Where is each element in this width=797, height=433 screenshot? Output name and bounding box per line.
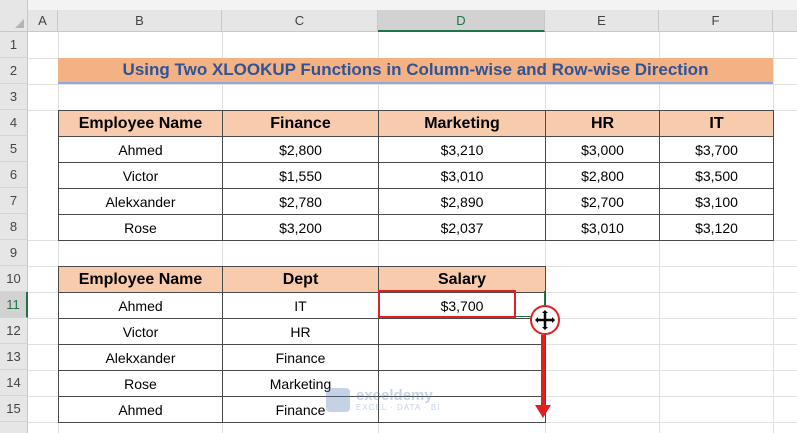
row-header-16[interactable] — [0, 422, 28, 433]
watermark-tagline: EXCEL · DATA · BI — [356, 402, 441, 412]
table-cell[interactable]: $2,800 — [222, 136, 379, 163]
salary-cell[interactable] — [378, 318, 546, 345]
row-header-15[interactable]: 15 — [0, 396, 28, 422]
fill-handle[interactable] — [530, 305, 560, 335]
row-header-12[interactable]: 12 — [0, 318, 28, 344]
column-header-e[interactable]: E — [545, 10, 659, 32]
table-header-row: Employee Name Finance Marketing HR IT — [58, 110, 774, 137]
row-header-9[interactable]: 9 — [0, 240, 28, 266]
row-header-5[interactable]: 5 — [0, 136, 28, 162]
table-cell[interactable]: Alekxander — [58, 344, 223, 371]
table-cell[interactable]: Rose — [58, 214, 223, 241]
row-header-1[interactable]: 1 — [0, 32, 28, 58]
table-cell[interactable]: $1,550 — [222, 162, 379, 189]
table-cell[interactable]: $3,010 — [378, 162, 546, 189]
table-header-row: Employee Name Dept Salary — [58, 266, 546, 293]
table-cell[interactable]: $3,500 — [659, 162, 774, 189]
header-salary[interactable]: Salary — [378, 266, 546, 293]
header-hr[interactable]: HR — [545, 110, 660, 137]
row-header-14[interactable]: 14 — [0, 370, 28, 396]
fill-handle-crosshair-icon — [535, 310, 555, 330]
table-cell[interactable]: $2,780 — [222, 188, 379, 215]
table-row: Ahmed Finance — [58, 396, 546, 423]
table-cell[interactable]: HR — [222, 318, 379, 345]
table-cell[interactable]: Alekxander — [58, 188, 223, 215]
watermark-name: exceldemy — [356, 386, 433, 404]
table-cell[interactable]: $2,037 — [378, 214, 546, 241]
row-header-2[interactable]: 2 — [0, 58, 28, 84]
column-header-g[interactable] — [773, 10, 797, 32]
table-cell[interactable]: Ahmed — [58, 396, 223, 423]
table-cell[interactable]: IT — [222, 292, 379, 319]
header-marketing[interactable]: Marketing — [378, 110, 546, 137]
table-cell[interactable]: Rose — [58, 370, 223, 397]
column-header-b[interactable]: B — [58, 10, 222, 32]
table-cell[interactable]: $2,890 — [378, 188, 546, 215]
table-row: Victor $1,550 $3,010 $2,800 $3,500 — [58, 162, 774, 189]
selected-cell-highlight — [378, 290, 516, 318]
select-all-corner[interactable] — [0, 0, 28, 32]
table-cell[interactable]: Ahmed — [58, 292, 223, 319]
down-arrow-icon — [535, 405, 551, 418]
column-header-d[interactable]: D — [378, 10, 545, 32]
table-cell[interactable]: $3,700 — [659, 136, 774, 163]
table-cell[interactable]: $3,000 — [545, 136, 660, 163]
table-cell[interactable]: Victor — [58, 318, 223, 345]
table-cell[interactable]: $3,200 — [222, 214, 379, 241]
table-cell[interactable]: Ahmed — [58, 136, 223, 163]
exceldemy-logo-icon — [326, 388, 350, 412]
column-header-a[interactable]: A — [28, 10, 58, 32]
salary-cell[interactable] — [378, 344, 546, 371]
header-employee-name[interactable]: Employee Name — [58, 266, 223, 293]
row-header-10[interactable]: 10 — [0, 266, 28, 292]
sheet-title[interactable]: Using Two XLOOKUP Functions in Column-wi… — [58, 58, 773, 84]
top-strip — [28, 0, 797, 10]
header-it[interactable]: IT — [659, 110, 774, 137]
row-header-4[interactable]: 4 — [0, 110, 28, 136]
row-header-6[interactable]: 6 — [0, 162, 28, 188]
table-cell[interactable]: Finance — [222, 344, 379, 371]
table-row: Rose $3,200 $2,037 $3,010 $3,120 — [58, 214, 774, 241]
table-cell[interactable]: $3,210 — [378, 136, 546, 163]
column-header-f[interactable]: F — [659, 10, 773, 32]
table-cell[interactable]: $3,010 — [545, 214, 660, 241]
row-header-3[interactable]: 3 — [0, 84, 28, 110]
row-header-13[interactable]: 13 — [0, 344, 28, 370]
column-header-c[interactable]: C — [222, 10, 378, 32]
drag-arrow-line — [541, 335, 545, 407]
row-header-7[interactable]: 7 — [0, 188, 28, 214]
row-header-8[interactable]: 8 — [0, 214, 28, 240]
table-cell[interactable]: $2,800 — [545, 162, 660, 189]
table-row: Rose Marketing — [58, 370, 546, 397]
table-cell[interactable]: Victor — [58, 162, 223, 189]
table-cell[interactable]: $3,100 — [659, 188, 774, 215]
row-header-11[interactable]: 11 — [0, 292, 28, 318]
table-cell[interactable]: $3,120 — [659, 214, 774, 241]
table-row: Alekxander Finance — [58, 344, 546, 371]
table-row: Alekxander $2,780 $2,890 $2,700 $3,100 — [58, 188, 774, 215]
table-row: Victor HR — [58, 318, 546, 345]
table-row: Ahmed $2,800 $3,210 $3,000 $3,700 — [58, 136, 774, 163]
watermark: exceldemy EXCEL · DATA · BI — [326, 388, 440, 412]
table-cell[interactable]: $2,700 — [545, 188, 660, 215]
header-employee-name[interactable]: Employee Name — [58, 110, 223, 137]
salary-table: Employee Name Finance Marketing HR IT Ah… — [58, 110, 774, 241]
gridline — [28, 84, 797, 85]
header-dept[interactable]: Dept — [222, 266, 379, 293]
header-finance[interactable]: Finance — [222, 110, 379, 137]
